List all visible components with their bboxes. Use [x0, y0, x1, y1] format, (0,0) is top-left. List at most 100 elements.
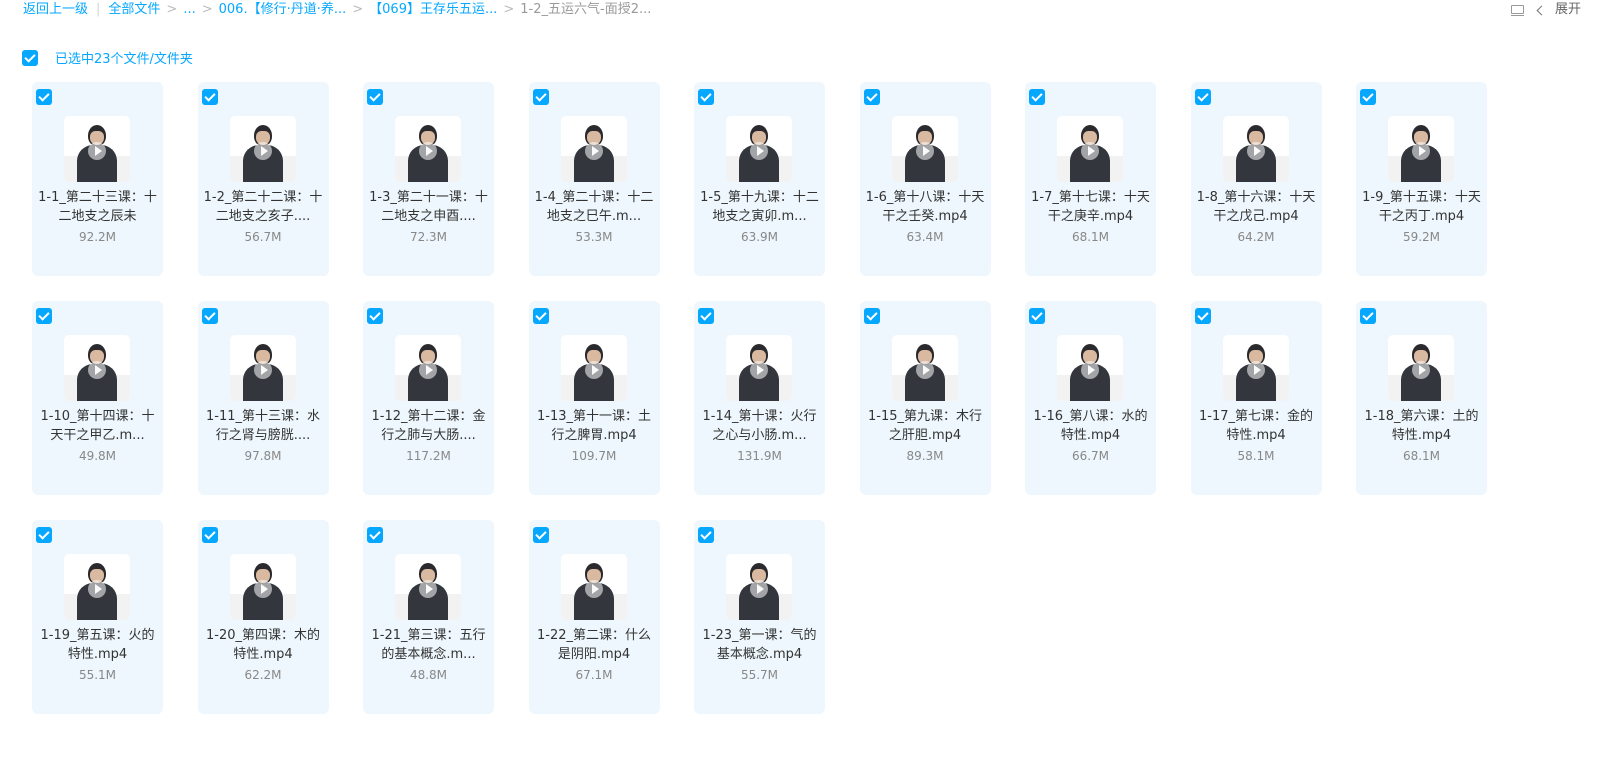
file-checkbox-icon[interactable] — [532, 89, 549, 105]
play-icon[interactable] — [253, 580, 272, 598]
file-checkbox-icon[interactable] — [1029, 89, 1045, 105]
file-checkbox-icon[interactable] — [201, 89, 218, 105]
play-icon[interactable] — [1412, 361, 1430, 379]
play-icon[interactable] — [253, 142, 272, 160]
play-icon[interactable] — [750, 580, 768, 598]
file-checkbox-icon[interactable] — [863, 89, 880, 105]
file-name[interactable]: 1-12_第十二课：金行之肺与大肠.... — [369, 407, 488, 445]
breadcrumb-ellipsis[interactable]: ... — [183, 2, 195, 17]
play-icon[interactable] — [750, 142, 768, 160]
file-card[interactable]: 1-15_第九课：木行之肝胆.mp4 89.3M — [859, 301, 991, 495]
video-thumbnail[interactable] — [891, 116, 958, 182]
file-name[interactable]: 1-2_第二十二课：十二地支之亥子.... — [204, 188, 323, 226]
file-checkbox-icon[interactable] — [1194, 89, 1211, 105]
video-thumbnail[interactable] — [229, 116, 296, 182]
file-name[interactable]: 1-11_第十三课：水行之肾与膀胱.... — [204, 407, 323, 445]
play-icon[interactable] — [750, 361, 768, 379]
file-name[interactable]: 1-23_第一课：气的基本概念.mp4 — [700, 626, 819, 664]
file-card[interactable]: 1-23_第一课：气的基本概念.mp4 55.7M — [694, 520, 825, 714]
video-thumbnail[interactable] — [1222, 116, 1289, 182]
file-name[interactable]: 1-21_第三课：五行的基本概念.m... — [369, 626, 488, 664]
video-thumbnail[interactable] — [1222, 335, 1289, 401]
play-icon[interactable] — [253, 361, 272, 379]
video-thumbnail[interactable] — [64, 335, 130, 401]
file-name[interactable]: 1-7_第十七课：十天干之庚辛.mp4 — [1031, 188, 1150, 226]
play-icon[interactable] — [88, 580, 106, 598]
play-icon[interactable] — [88, 142, 106, 160]
file-checkbox-icon[interactable] — [201, 527, 218, 543]
video-thumbnail[interactable] — [560, 554, 627, 620]
file-checkbox-icon[interactable] — [36, 89, 52, 105]
file-card[interactable]: 1-8_第十六课：十天干之戊己.mp4 64.2M — [1190, 82, 1322, 276]
file-name[interactable]: 1-6_第十八课：十天干之壬癸.mp4 — [866, 188, 985, 226]
file-card[interactable]: 1-12_第十二课：金行之肺与大肠.... 117.2M — [363, 301, 494, 495]
file-card[interactable]: 1-19_第五课：火的特性.mp4 55.1M — [32, 520, 163, 714]
breadcrumb-all-files[interactable]: 全部文件 — [108, 2, 160, 17]
file-card[interactable]: 1-16_第八课：水的特性.mp4 66.7M — [1025, 301, 1156, 495]
file-checkbox-icon[interactable] — [698, 89, 714, 105]
file-card[interactable]: 1-13_第十一课：土行之脾胃.mp4 109.7M — [528, 301, 660, 495]
file-card[interactable]: 1-11_第十三课：水行之肾与膀胱.... 97.8M — [197, 301, 329, 495]
file-card[interactable]: 1-18_第六课：土的特性.mp4 68.1M — [1356, 301, 1487, 495]
file-name[interactable]: 1-22_第二课：什么是阴阳.mp4 — [535, 626, 654, 664]
video-thumbnail[interactable] — [560, 116, 627, 182]
file-card[interactable]: 1-3_第二十一课：十二地支之申酉.... 72.3M — [363, 82, 494, 276]
video-thumbnail[interactable] — [1057, 335, 1123, 401]
file-card[interactable]: 1-5_第十九课：十二地支之寅卯.m... 63.9M — [694, 82, 825, 276]
file-name[interactable]: 1-5_第十九课：十二地支之寅卯.m... — [700, 188, 819, 226]
video-thumbnail[interactable] — [395, 116, 461, 182]
file-name[interactable]: 1-19_第五课：火的特性.mp4 — [38, 626, 157, 664]
select-all-checkbox-icon[interactable] — [22, 49, 38, 66]
file-name[interactable]: 1-16_第八课：水的特性.mp4 — [1031, 407, 1150, 445]
breadcrumb-folder-069[interactable]: 【069】王存乐五运... — [369, 2, 497, 17]
back-link[interactable]: 返回上一级 — [23, 2, 88, 17]
file-checkbox-icon[interactable] — [698, 527, 714, 543]
file-checkbox-icon[interactable] — [1360, 308, 1376, 324]
file-name[interactable]: 1-17_第七课：金的特性.mp4 — [1197, 407, 1316, 445]
play-icon[interactable] — [419, 361, 437, 379]
file-checkbox-icon[interactable] — [36, 527, 52, 543]
file-name[interactable]: 1-20_第四课：木的特性.mp4 — [204, 626, 323, 664]
file-name[interactable]: 1-4_第二十课：十二地支之巳午.m... — [535, 188, 654, 226]
file-name[interactable]: 1-8_第十六课：十天干之戊己.mp4 — [1197, 188, 1316, 226]
play-icon[interactable] — [1081, 361, 1099, 379]
video-thumbnail[interactable] — [726, 554, 792, 620]
play-icon[interactable] — [915, 361, 934, 379]
file-checkbox-icon[interactable] — [1360, 89, 1376, 105]
video-thumbnail[interactable] — [726, 335, 792, 401]
file-card[interactable]: 1-2_第二十二课：十二地支之亥子.... 56.7M — [197, 82, 329, 276]
play-icon[interactable] — [1412, 142, 1430, 160]
video-thumbnail[interactable] — [726, 116, 792, 182]
play-icon[interactable] — [1246, 142, 1265, 160]
file-checkbox-icon[interactable] — [532, 527, 549, 543]
file-card[interactable]: 1-20_第四课：木的特性.mp4 62.2M — [197, 520, 329, 714]
video-thumbnail[interactable] — [395, 335, 461, 401]
file-card[interactable]: 1-4_第二十课：十二地支之巳午.m... 53.3M — [528, 82, 660, 276]
video-thumbnail[interactable] — [229, 554, 296, 620]
video-thumbnail[interactable] — [1057, 116, 1123, 182]
file-name[interactable]: 1-1_第二十三课：十二地支之辰未 — [38, 188, 157, 226]
video-thumbnail[interactable] — [229, 335, 296, 401]
file-name[interactable]: 1-13_第十一课：土行之脾胃.mp4 — [535, 407, 654, 445]
file-card[interactable]: 1-14_第十课：火行之心与小肠.m... 131.9M — [694, 301, 825, 495]
file-card[interactable]: 1-7_第十七课：十天干之庚辛.mp4 68.1M — [1025, 82, 1156, 276]
play-icon[interactable] — [1246, 361, 1265, 379]
video-thumbnail[interactable] — [560, 335, 627, 401]
file-name[interactable]: 1-10_第十四课：十天干之甲乙.m... — [38, 407, 157, 445]
file-checkbox-icon[interactable] — [863, 308, 880, 324]
file-checkbox-icon[interactable] — [36, 308, 52, 324]
file-name[interactable]: 1-15_第九课：木行之肝胆.mp4 — [866, 407, 985, 445]
video-thumbnail[interactable] — [64, 116, 130, 182]
video-thumbnail[interactable] — [1388, 116, 1454, 182]
file-checkbox-icon[interactable] — [1029, 308, 1045, 324]
video-thumbnail[interactable] — [891, 335, 958, 401]
play-icon[interactable] — [584, 142, 603, 160]
file-card[interactable]: 1-17_第七课：金的特性.mp4 58.1M — [1190, 301, 1322, 495]
file-name[interactable]: 1-14_第十课：火行之心与小肠.m... — [700, 407, 819, 445]
file-card[interactable]: 1-9_第十五课：十天干之丙丁.mp4 59.2M — [1356, 82, 1487, 276]
video-thumbnail[interactable] — [64, 554, 130, 620]
file-name[interactable]: 1-3_第二十一课：十二地支之申酉.... — [369, 188, 488, 226]
video-thumbnail[interactable] — [1388, 335, 1454, 401]
video-thumbnail[interactable] — [395, 554, 461, 620]
file-card[interactable]: 1-21_第三课：五行的基本概念.m... 48.8M — [363, 520, 494, 714]
